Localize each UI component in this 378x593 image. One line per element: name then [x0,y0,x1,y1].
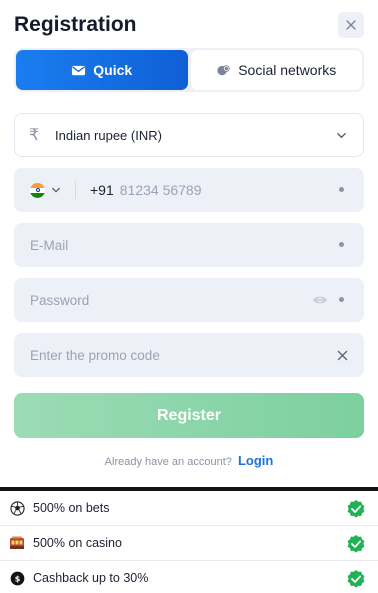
close-button[interactable] [338,12,364,38]
modal-title: Registration [14,13,137,36]
bonus-label: Cashback up to 30% [33,571,149,585]
bonus-item: $ Cashback up to 30% [0,561,378,593]
chat-bubbles-icon [217,64,230,75]
tab-quick-label: Quick [93,62,133,78]
verified-check-icon [347,570,365,588]
registration-modal: Registration Quick Social networks ₹ Ind… [0,0,378,486]
currency-select[interactable]: ₹ Indian rupee (INR) [14,113,364,157]
phone-input[interactable]: 81234 56789 [120,182,202,198]
required-indicator [339,242,344,247]
register-button[interactable]: Register [14,393,364,438]
eye-icon[interactable] [312,293,328,307]
login-prompt-text: Already have an account? [104,456,232,468]
casino-icon [9,535,25,551]
divider [75,181,76,199]
svg-text:$: $ [14,574,20,583]
password-field[interactable]: Password [14,278,364,322]
bonus-label: 500% on casino [33,536,122,550]
bonus-label: 500% on bets [33,501,110,515]
soccer-ball-icon [9,500,25,516]
phone-field[interactable]: +91 81234 56789 [14,168,364,212]
india-flag-icon[interactable] [30,182,45,198]
promo-placeholder: Enter the promo code [30,347,160,363]
tab-social-networks[interactable]: Social networks [190,50,362,90]
verified-check-icon [347,535,365,553]
rupee-icon: ₹ [29,127,40,144]
login-prompt: Already have an account? Login [0,453,378,468]
tab-social-networks-label: Social networks [238,62,337,78]
currency-value: Indian rupee (INR) [55,127,162,143]
tab-quick[interactable]: Quick [16,50,188,90]
close-icon [346,20,356,30]
bonus-item: 500% on bets [0,491,378,526]
promo-code-field[interactable]: Enter the promo code [14,333,364,377]
registration-tabs: Quick Social networks [14,48,364,92]
chevron-down-icon [337,133,346,139]
login-link[interactable]: Login [238,453,273,468]
required-indicator [339,187,344,192]
verified-check-icon [347,500,365,518]
bonus-list: 500% on bets 500% on casino $ Cashback u… [0,491,378,593]
country-chevron-down-icon[interactable] [51,185,61,195]
email-field[interactable]: E-Mail [14,223,364,267]
bonus-item: 500% on casino [0,526,378,561]
email-placeholder: E-Mail [30,237,69,253]
cashback-icon: $ [9,570,25,586]
required-indicator [339,297,344,302]
dial-code: +91 [90,182,114,198]
password-placeholder: Password [30,292,90,308]
clear-icon[interactable] [337,350,348,361]
envelope-icon [72,65,86,75]
